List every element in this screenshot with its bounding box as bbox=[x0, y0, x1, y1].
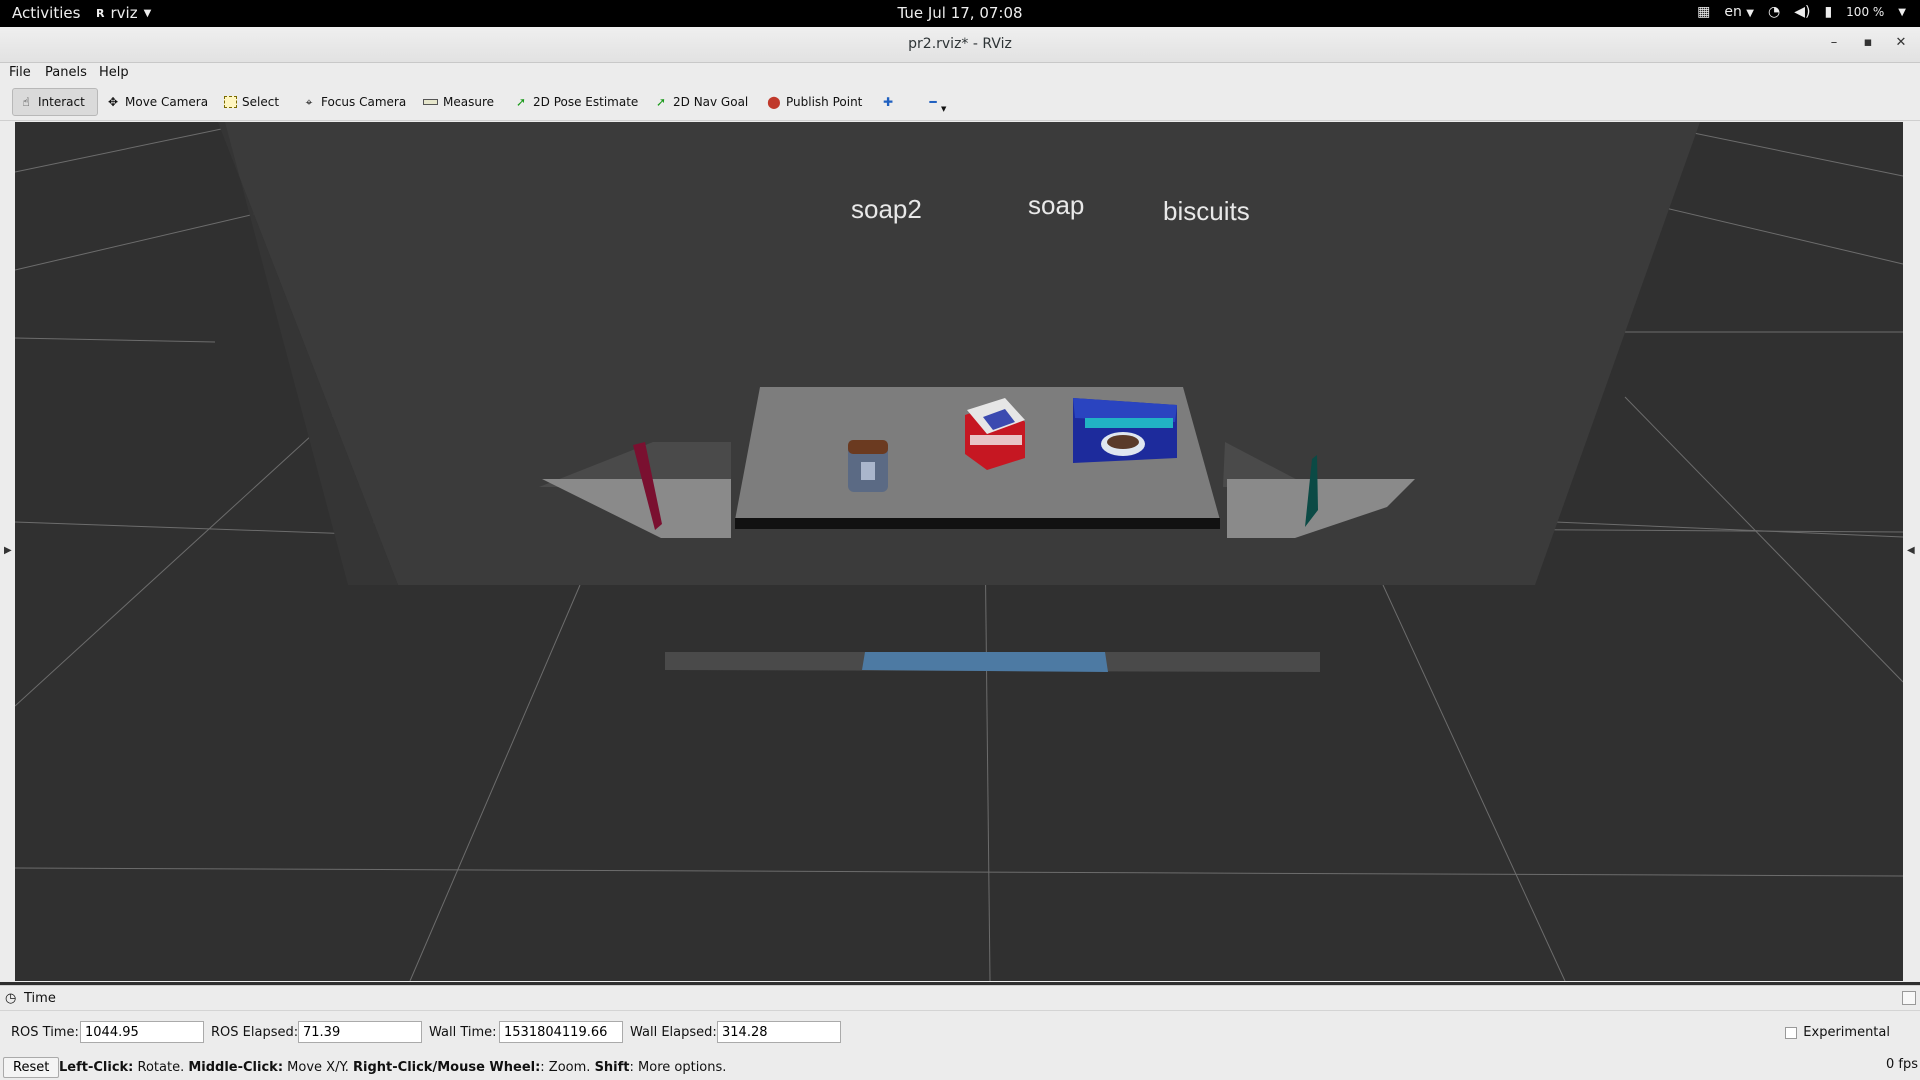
checkbox-box bbox=[1785, 1026, 1798, 1039]
move-arrows-icon: ✥ bbox=[107, 95, 119, 109]
measure-tool-button[interactable]: Measure bbox=[417, 88, 500, 116]
focus-camera-label: Focus Camera bbox=[321, 95, 407, 109]
window-title-bar[interactable]: pr2.rviz* - RViz – ▪ ✕ bbox=[0, 27, 1920, 63]
nav-goal-label: 2D Nav Goal bbox=[673, 95, 749, 109]
hint-shift: Shift bbox=[594, 1060, 630, 1075]
scene-render bbox=[15, 122, 1903, 981]
hint-text-1: Rotate. bbox=[133, 1060, 189, 1075]
app-menu[interactable]: R rviz ▼ bbox=[96, 4, 151, 22]
interact-label: Interact bbox=[38, 95, 85, 109]
wall-time-field[interactable] bbox=[499, 1021, 623, 1043]
measure-label: Measure bbox=[443, 95, 494, 109]
clock[interactable]: Tue Jul 17, 07:08 bbox=[897, 4, 1022, 22]
soap2-object bbox=[848, 440, 888, 492]
language-label: en bbox=[1724, 4, 1742, 20]
menu-file[interactable]: File bbox=[9, 65, 31, 80]
add-tool-button[interactable]: ✚ bbox=[875, 88, 901, 116]
battery-percent: 100 % bbox=[1846, 5, 1885, 19]
hint-left-click: Left-Click: bbox=[59, 1060, 134, 1075]
hint-middle-click: Middle-Click: bbox=[188, 1060, 284, 1075]
pose-estimate-label: 2D Pose Estimate bbox=[533, 95, 639, 109]
publish-point-label: Publish Point bbox=[786, 95, 863, 109]
left-panel-toggle-icon[interactable]: ▶ bbox=[4, 545, 12, 556]
tools-toolbar: ☝ Interact ✥ Move Camera Select ⌖ Focus … bbox=[0, 83, 1920, 121]
3d-render-view[interactable]: soap2 soap biscuits bbox=[15, 122, 1903, 981]
system-tray[interactable]: ▦ en ▼ ◔ ◀) ▮ 100 % ▼ bbox=[1697, 4, 1906, 20]
time-panel-title: Time bbox=[24, 991, 56, 1006]
minimize-button[interactable]: – bbox=[1824, 35, 1844, 55]
panel-undock-button[interactable] bbox=[1902, 991, 1916, 1005]
hint-text-4: : More options. bbox=[629, 1060, 727, 1075]
ros-elapsed-label: ROS Elapsed: bbox=[211, 1025, 299, 1040]
hand-pointer-icon: ☝ bbox=[22, 95, 30, 109]
focus-camera-tool-button[interactable]: ⌖ Focus Camera bbox=[296, 88, 412, 116]
crosshair-icon: ⌖ bbox=[305, 95, 313, 109]
time-panel: ◷ Time ROS Time: ROS Elapsed: Wall Time:… bbox=[0, 985, 1920, 1080]
close-button[interactable]: ✕ bbox=[1891, 35, 1911, 55]
volume-icon: ◀) bbox=[1794, 4, 1811, 20]
2d-nav-goal-tool-button[interactable]: ➚ 2D Nav Goal bbox=[648, 88, 754, 116]
select-tool-button[interactable]: Select bbox=[218, 88, 285, 116]
activities-button[interactable]: Activities bbox=[12, 4, 80, 22]
chevron-down-icon: ▼ bbox=[143, 7, 152, 19]
chevron-down-icon: ▼ bbox=[941, 105, 947, 113]
maximize-button[interactable]: ▪ bbox=[1858, 35, 1878, 55]
wall-elapsed-field[interactable] bbox=[717, 1021, 841, 1043]
grid-icon: ▦ bbox=[1697, 4, 1711, 20]
ros-elapsed-field[interactable] bbox=[298, 1021, 422, 1043]
object-label-soap: soap bbox=[1028, 190, 1085, 220]
ruler-icon bbox=[423, 99, 438, 105]
menu-help[interactable]: Help bbox=[99, 65, 129, 80]
remove-tool-button[interactable]: ━ ▼ bbox=[920, 88, 952, 116]
map-pin-icon: ⬤ bbox=[767, 95, 781, 109]
wall-elapsed-label: Wall Elapsed: bbox=[630, 1025, 717, 1040]
blue-floor-marker bbox=[862, 652, 1108, 672]
hint-text-2: Move X/Y. bbox=[283, 1060, 354, 1075]
system-top-bar: Activities R rviz ▼ Tue Jul 17, 07:08 ▦ … bbox=[0, 0, 1920, 27]
menu-bar: File Panels Help bbox=[0, 63, 1920, 83]
wifi-icon: ◔ bbox=[1768, 4, 1781, 20]
table-front-edge bbox=[735, 518, 1220, 529]
time-panel-header: ◷ Time bbox=[0, 985, 1920, 1011]
reset-button[interactable]: Reset bbox=[3, 1057, 60, 1078]
experimental-label: Experimental bbox=[1803, 1025, 1890, 1040]
plus-icon: ✚ bbox=[882, 95, 894, 109]
system-menu-chevron-icon[interactable]: ▼ bbox=[1898, 7, 1906, 18]
wall-time-label: Wall Time: bbox=[429, 1025, 497, 1040]
ros-time-label: ROS Time: bbox=[11, 1025, 79, 1040]
object-label-soap2: soap2 bbox=[851, 194, 922, 224]
viewport-container: ▶ ◀ soap2 soap biscuits bbox=[0, 121, 1920, 982]
interact-tool-button[interactable]: ☝ Interact bbox=[12, 88, 98, 116]
experimental-checkbox[interactable]: Experimental bbox=[1785, 1025, 1890, 1040]
hint-right-click: Right-Click/Mouse Wheel: bbox=[353, 1060, 541, 1075]
rviz-app-icon: R bbox=[96, 6, 105, 20]
green-arrow-icon: ➚ bbox=[655, 95, 667, 109]
publish-point-tool-button[interactable]: ⬤ Publish Point bbox=[761, 88, 868, 116]
select-label: Select bbox=[242, 95, 280, 109]
right-panel-toggle-icon[interactable]: ◀ bbox=[1907, 545, 1915, 556]
ros-time-field[interactable] bbox=[80, 1021, 204, 1043]
select-box-icon bbox=[224, 96, 237, 108]
move-camera-label: Move Camera bbox=[125, 95, 209, 109]
object-label-biscuits: biscuits bbox=[1163, 196, 1250, 226]
hint-text-3: : Zoom. bbox=[540, 1060, 595, 1075]
status-hint: Left-Click: Rotate. Middle-Click: Move X… bbox=[59, 1060, 726, 1075]
biscuits-object bbox=[1073, 398, 1177, 463]
minus-icon: ━ bbox=[929, 95, 937, 109]
move-camera-tool-button[interactable]: ✥ Move Camera bbox=[100, 88, 214, 116]
clock-icon: ◷ bbox=[5, 991, 17, 1006]
app-menu-label: rviz bbox=[110, 4, 138, 22]
fps-counter: 0 fps bbox=[1885, 1057, 1918, 1072]
2d-pose-estimate-tool-button[interactable]: ➚ 2D Pose Estimate bbox=[508, 88, 644, 116]
window-title: pr2.rviz* - RViz bbox=[908, 36, 1012, 52]
battery-icon: ▮ bbox=[1824, 4, 1833, 20]
menu-panels[interactable]: Panels bbox=[45, 65, 87, 80]
language-indicator[interactable]: en ▼ bbox=[1724, 4, 1754, 20]
green-arrow-icon: ➚ bbox=[515, 95, 527, 109]
